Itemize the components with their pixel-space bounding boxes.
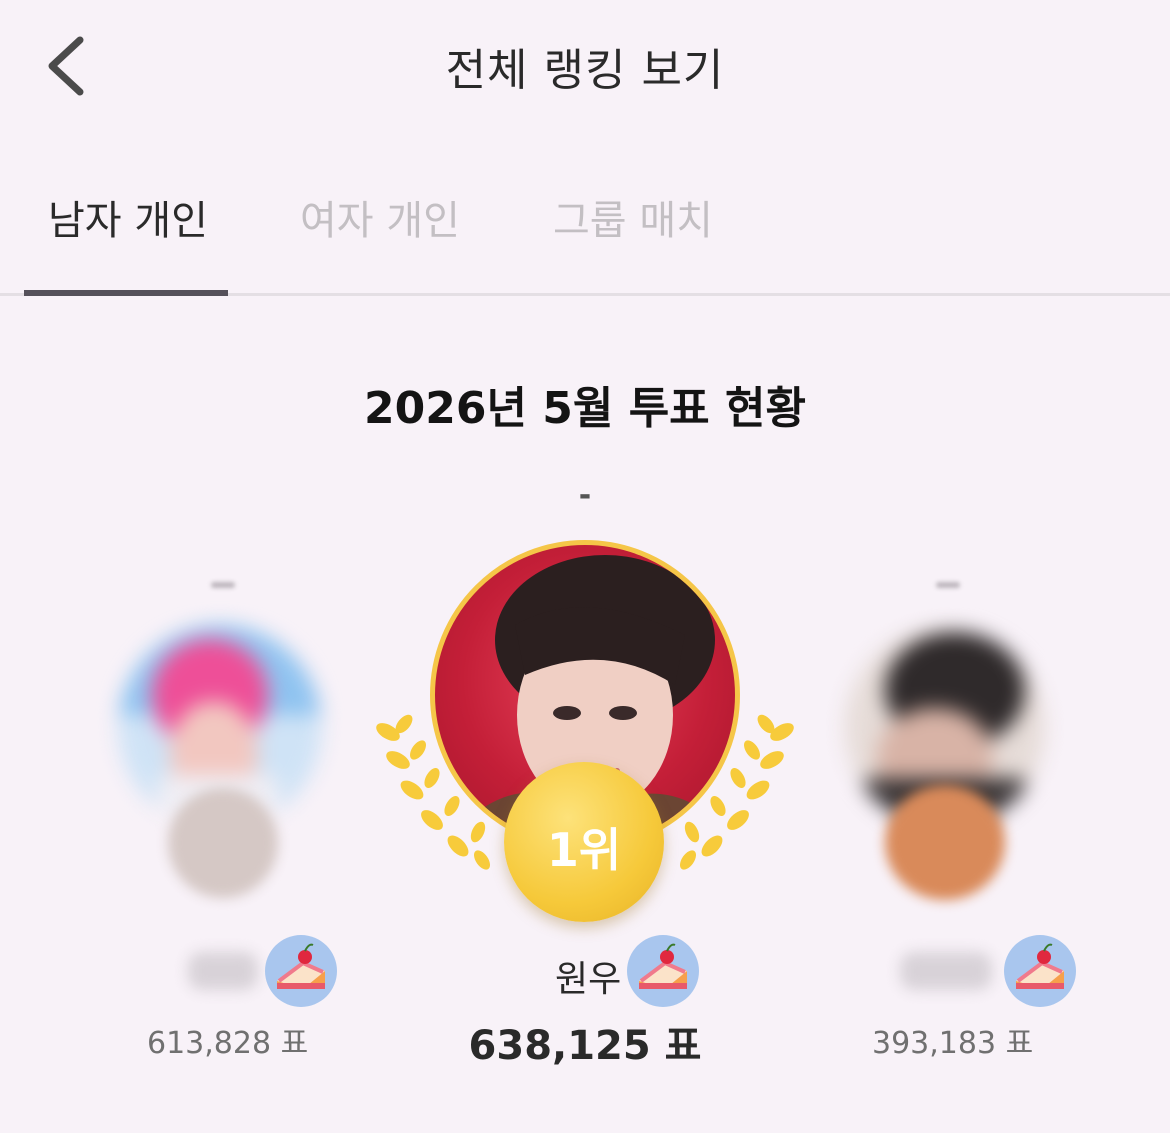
first-place-cake-button[interactable] bbox=[627, 935, 699, 1007]
third-rank-change bbox=[936, 582, 960, 588]
third-place-badge bbox=[885, 785, 1005, 900]
cake-icon bbox=[277, 943, 325, 989]
second-place-name bbox=[188, 952, 258, 990]
tab-male-individual[interactable]: 남자 개인 bbox=[48, 188, 208, 246]
cake-icon bbox=[639, 943, 687, 989]
top-bar: 전체 랭킹 보기 bbox=[0, 0, 1170, 130]
tab-group-match[interactable]: 그룹 매치 bbox=[553, 188, 713, 246]
first-rank-change: - bbox=[578, 478, 592, 513]
third-place-cake-button[interactable] bbox=[1004, 935, 1076, 1007]
category-tabs: 남자 개인 여자 개인 그룹 매치 bbox=[0, 150, 1170, 296]
third-place-votes: 393,183 표 bbox=[872, 1026, 1034, 1061]
page-title: 전체 랭킹 보기 bbox=[445, 45, 725, 96]
second-rank-change bbox=[211, 582, 235, 588]
vote-status-heading: 2026년 5월 투표 현황 bbox=[364, 383, 806, 434]
second-place-badge bbox=[168, 788, 278, 898]
third-place-name bbox=[900, 952, 992, 990]
first-rank-label: 1위 bbox=[546, 823, 622, 877]
second-place-cake-button[interactable] bbox=[265, 935, 337, 1007]
active-tab-indicator bbox=[24, 290, 228, 296]
tab-female-individual[interactable]: 여자 개인 bbox=[300, 188, 460, 246]
first-place-name: 원우 bbox=[555, 959, 622, 1000]
cake-icon bbox=[1016, 943, 1064, 989]
first-rank-badge: 1위 bbox=[504, 762, 664, 922]
